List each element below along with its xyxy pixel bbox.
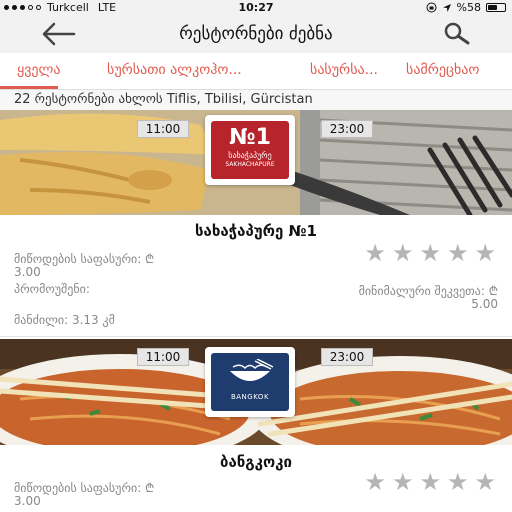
star-icon: ★ xyxy=(391,239,414,267)
search-button[interactable] xyxy=(442,22,472,46)
min-order-value: 5.00 xyxy=(471,297,498,311)
restaurant-photo[interactable]: 11:00 23:00 №1 სახაჭაპურე SAKHACHAPURE xyxy=(0,110,512,215)
noodle-bowl-icon xyxy=(230,358,274,381)
tab-food-alcohol[interactable]: სურსათი ალკოჰო... xyxy=(107,62,242,78)
category-tabs: ყველა სურსათი ალკოჰო... სასურსა... სამრე… xyxy=(0,53,512,90)
star-icon: ★ xyxy=(446,468,469,496)
star-icon: ★ xyxy=(364,468,386,496)
status-right: %58 xyxy=(426,1,506,14)
battery-icon xyxy=(486,3,506,12)
search-icon xyxy=(444,22,470,45)
restaurant-logo: №1 სახაჭაპურე SAKHACHAPURE xyxy=(205,115,295,185)
star-icon: ★ xyxy=(364,239,386,267)
logo-text: BANGKOK xyxy=(230,393,270,401)
close-time-badge: 23:00 xyxy=(321,348,373,366)
star-icon: ★ xyxy=(474,468,496,496)
logo-number: №1 xyxy=(229,125,271,150)
rating-stars: ★ ★ ★ ★ ★ xyxy=(364,470,496,494)
star-icon: ★ xyxy=(391,468,414,496)
open-time-badge: 11:00 xyxy=(137,120,189,138)
restaurant-logo: BANGKOK xyxy=(205,347,295,417)
restaurant-name[interactable]: სახაჭაპურე №1 xyxy=(0,222,512,240)
active-tab-indicator xyxy=(0,55,58,89)
nearby-count-text: 22 რესტორნები ახლოს Tiflis, Tbilisi, Gür… xyxy=(0,90,512,110)
star-icon: ★ xyxy=(419,239,441,267)
restaurant-photo[interactable]: 11:00 23:00 BANGKOK xyxy=(0,339,512,445)
card-divider xyxy=(0,336,512,337)
battery-percent: %58 xyxy=(456,1,481,14)
close-time-badge: 23:00 xyxy=(321,120,373,138)
logo-georgian: სახაჭაპურე xyxy=(228,151,272,160)
star-icon: ★ xyxy=(419,468,441,496)
delivery-fee-value: 3.00 xyxy=(14,265,41,279)
logo-latin: SAKHACHAPURE xyxy=(225,161,275,168)
star-icon: ★ xyxy=(474,239,496,267)
rating-stars: ★ ★ ★ ★ ★ xyxy=(364,241,496,265)
promotion-label: პრომოუშენი: xyxy=(14,282,90,296)
page-title: რესტორნები ძებნა xyxy=(179,24,333,44)
nav-bar: რესტორნები ძებნა xyxy=(0,15,512,53)
delivery-fee-value: 3.00 xyxy=(14,494,41,508)
tab-laundry[interactable]: სამრეცხაო xyxy=(406,62,479,78)
lock-rotation-icon xyxy=(426,2,437,13)
star-icon: ★ xyxy=(446,239,469,267)
open-time-badge: 11:00 xyxy=(137,348,189,366)
distance-text: მანძილი: 3.13 კმ xyxy=(14,313,115,327)
location-arrow-icon xyxy=(442,3,451,12)
tab-grocery[interactable]: სასურსა... xyxy=(310,62,378,78)
status-bar: Turkcell LTE 10:27 %58 xyxy=(0,0,512,15)
